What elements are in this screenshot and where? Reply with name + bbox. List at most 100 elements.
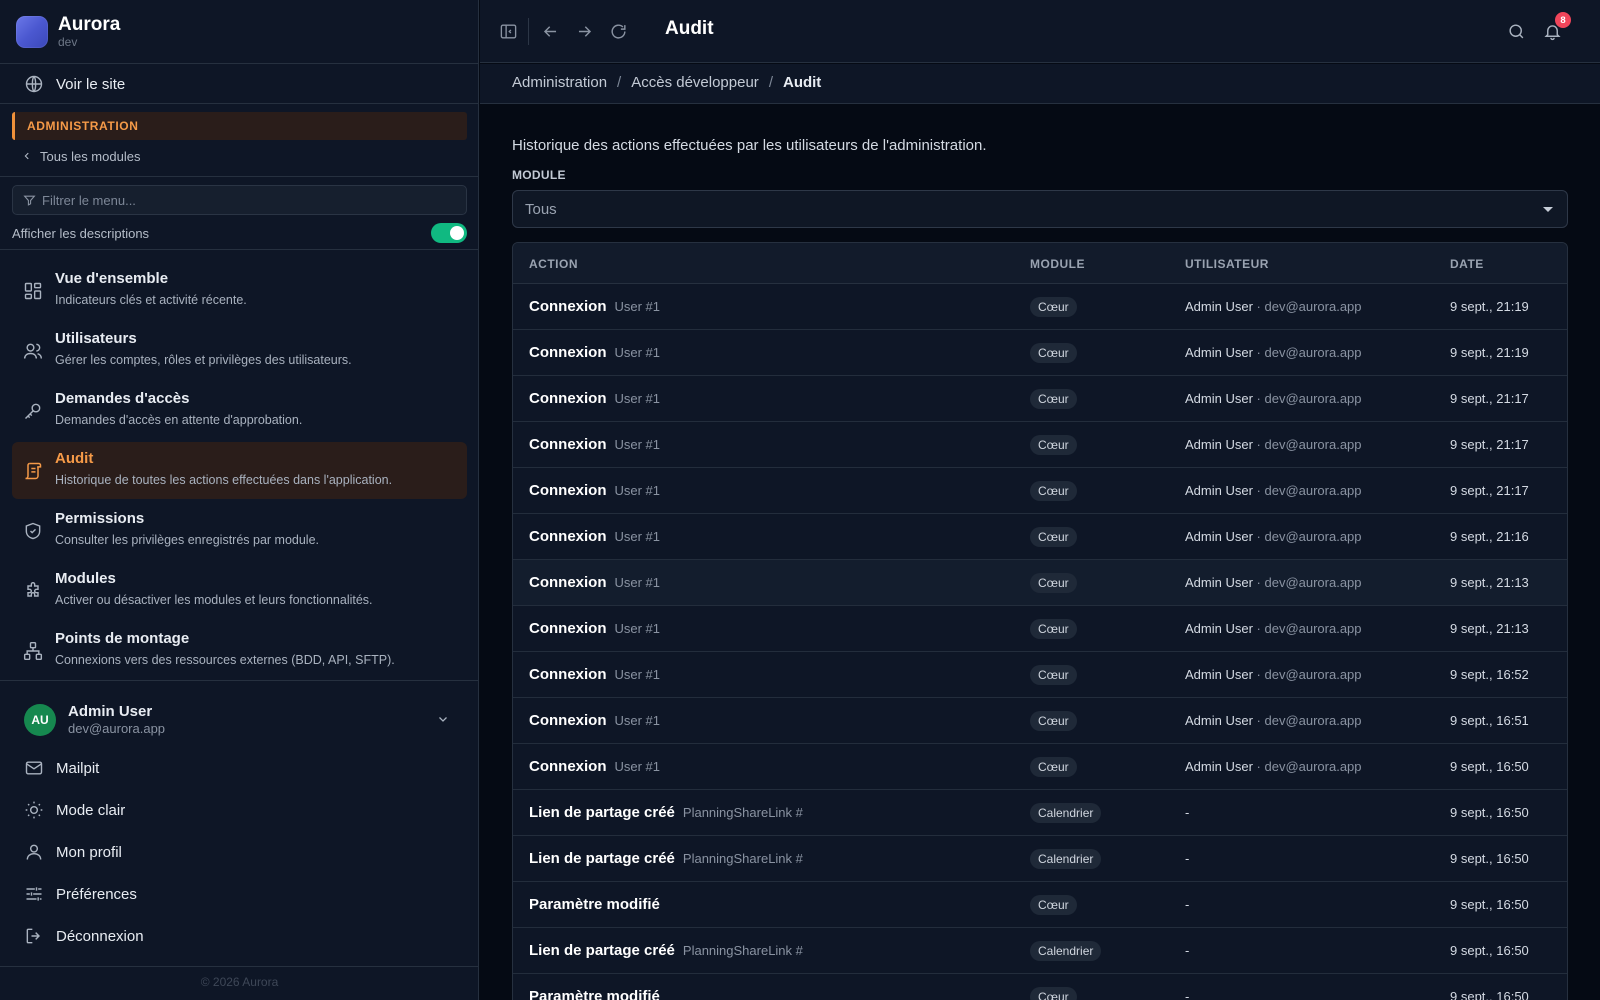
table-row[interactable]: Lien de partage créé PlanningShareLink # C… — [513, 836, 1567, 882]
notifications-button[interactable]: 8 — [1540, 12, 1571, 43]
cell-date: 9 sept., 21:13 — [1450, 621, 1529, 636]
copyright: © 2026 Aurora — [200, 975, 279, 989]
table-row[interactable]: Lien de partage créé PlanningShareLink # C… — [513, 928, 1567, 974]
user-name: Admin User — [1185, 529, 1253, 544]
table-row[interactable]: Connexion User #1 Cœur Admin User · dev@aur… — [513, 652, 1567, 698]
action-target: PlanningShareLink # — [682, 805, 803, 820]
nav-item-audit[interactable]: Audit Historique de toutes les actions e… — [12, 442, 467, 499]
action-target: User #1 — [614, 437, 661, 452]
profile-link[interactable]: Mon profil — [24, 840, 122, 864]
separator-dot: · — [1252, 529, 1265, 544]
nav-item-modules[interactable]: Modules Activer ou désactiver les module… — [12, 562, 467, 619]
module-badge: Calendrier — [1030, 849, 1102, 869]
breadcrumb-item-administration[interactable]: Administration — [512, 74, 607, 91]
action-name: Connexion — [529, 344, 607, 361]
app-name: Aurora — [58, 14, 121, 36]
view-site-label: Voir le site — [56, 75, 126, 93]
column-header-action: ACTION — [529, 257, 578, 271]
menu-filter[interactable] — [12, 185, 467, 215]
module-badge: Cœur — [1030, 665, 1077, 685]
action-target: PlanningShareLink # — [682, 851, 803, 866]
breadcrumb-separator: / — [617, 74, 622, 91]
cell-module: Calendrier — [1030, 849, 1102, 869]
table-row[interactable]: Connexion User #1 Cœur Admin User · dev@aur… — [513, 698, 1567, 744]
action-target: User #1 — [614, 759, 661, 774]
dashboard-icon — [24, 282, 42, 300]
cell-user: - — [1185, 851, 1189, 866]
table-row[interactable]: Connexion User #1 Cœur Admin User · dev@aur… — [513, 468, 1567, 514]
separator-dot: · — [1252, 621, 1265, 636]
user-name: Admin User — [1185, 345, 1253, 360]
mailpit-link[interactable]: Mailpit — [24, 756, 99, 780]
separator-dot: · — [1252, 299, 1265, 314]
divider — [0, 176, 479, 177]
cell-action: Connexion User #1 — [529, 390, 660, 407]
table-row[interactable]: Lien de partage créé PlanningShareLink # C… — [513, 790, 1567, 836]
brand[interactable]: Aurora dev — [16, 15, 120, 49]
mailpit-label: Mailpit — [56, 759, 100, 777]
divider — [0, 63, 479, 64]
section-administration: ADMINISTRATION — [12, 112, 467, 140]
user-email: dev@aurora.app — [1264, 667, 1362, 682]
search-button[interactable] — [1504, 19, 1528, 43]
cell-user: Admin User · dev@aurora.app — [1185, 529, 1362, 544]
cell-user: Admin User · dev@aurora.app — [1185, 575, 1362, 590]
nav-item-title: Demandes d'accès — [55, 390, 190, 407]
cell-user: - — [1185, 805, 1189, 820]
action-target: User #1 — [614, 713, 661, 728]
show-descriptions-toggle[interactable] — [431, 223, 467, 243]
cell-action: Lien de partage créé PlanningShareLink # — [529, 850, 803, 867]
nav-item-access-requests[interactable]: Demandes d'accès Demandes d'accès en att… — [12, 382, 467, 439]
module-badge: Cœur — [1030, 435, 1077, 455]
refresh-button[interactable] — [606, 19, 630, 43]
user-name: - — [1185, 851, 1190, 866]
breadcrumb: Administration / Accès développeur / Aud… — [512, 74, 821, 91]
table-row[interactable]: Connexion User #1 Cœur Admin User · dev@aur… — [513, 376, 1567, 422]
table-row[interactable]: Connexion User #1 Cœur Admin User · dev@aur… — [513, 330, 1567, 376]
toggle-sidebar-button[interactable] — [496, 19, 520, 43]
all-modules-link[interactable]: Tous les modules — [22, 146, 140, 166]
action-name: Connexion — [529, 574, 607, 591]
breadcrumb-item-developer-access[interactable]: Accès développeur — [631, 74, 759, 91]
table-row[interactable]: Connexion User #1 Cœur Admin User · dev@aur… — [513, 514, 1567, 560]
nav-item-overview[interactable]: Vue d'ensemble Indicateurs clés et activ… — [12, 262, 467, 319]
table-row[interactable]: Paramètre modifié Cœur - 9 sept., 16:50 — [513, 882, 1567, 928]
divider — [0, 966, 479, 967]
user-email: dev@aurora.app — [1264, 759, 1362, 774]
table-row[interactable]: Paramètre modifié Cœur - 9 sept., 16:50 — [513, 974, 1567, 1000]
all-modules-label: Tous les modules — [40, 148, 141, 164]
table-row[interactable]: Connexion User #1 Cœur Admin User · dev@aur… — [513, 422, 1567, 468]
view-site-link[interactable]: Voir le site — [24, 72, 125, 96]
user-menu[interactable]: AU Admin User dev@aurora.app — [24, 703, 467, 737]
nav-item-permissions[interactable]: Permissions Consulter les privilèges enr… — [12, 502, 467, 559]
table-row[interactable]: Connexion User #1 Cœur Admin User · dev@aur… — [513, 560, 1567, 606]
cell-module: Cœur — [1030, 435, 1077, 455]
user-name: Admin User — [1185, 621, 1253, 636]
cell-action: Connexion User #1 — [529, 620, 660, 637]
user-name: - — [1185, 805, 1190, 820]
action-name: Connexion — [529, 528, 607, 545]
module-badge: Calendrier — [1030, 803, 1102, 823]
user-name: Admin User — [1185, 713, 1253, 728]
action-name: Connexion — [529, 712, 607, 729]
back-button[interactable] — [538, 19, 562, 43]
cell-action: Connexion User #1 — [529, 758, 660, 775]
action-target: User #1 — [614, 575, 661, 590]
nav-item-mount-points[interactable]: Points de montage Connexions vers des re… — [12, 622, 467, 679]
preferences-link[interactable]: Préférences — [24, 882, 137, 906]
user-name: Admin User — [1185, 667, 1253, 682]
nav-item-users[interactable]: Utilisateurs Gérer les comptes, rôles et… — [12, 322, 467, 379]
table-row[interactable]: Connexion User #1 Cœur Admin User · dev@aur… — [513, 744, 1567, 790]
menu-filter-input[interactable] — [42, 192, 442, 208]
profile-label: Mon profil — [56, 843, 122, 861]
separator-dot: · — [1252, 575, 1265, 590]
table-row[interactable]: Connexion User #1 Cœur Admin User · dev@aur… — [513, 606, 1567, 652]
table-row[interactable]: Connexion User #1 Cœur Admin User · dev@aur… — [513, 284, 1567, 330]
cell-date: 9 sept., 16:50 — [1450, 759, 1529, 774]
light-mode-button[interactable]: Mode clair — [24, 798, 125, 822]
forward-button[interactable] — [572, 19, 596, 43]
separator-dot: · — [1252, 713, 1265, 728]
action-name: Connexion — [529, 758, 607, 775]
module-filter-select[interactable]: Tous — [512, 190, 1568, 228]
logout-button[interactable]: Déconnexion — [24, 924, 144, 948]
